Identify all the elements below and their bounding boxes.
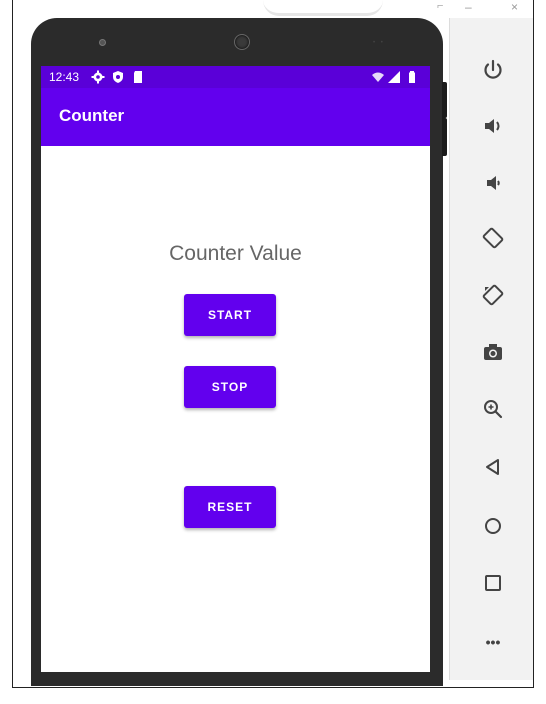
more-label: •••: [485, 634, 501, 650]
emulator-toolbar: •••: [449, 18, 533, 680]
rotate-right-icon[interactable]: [476, 278, 510, 312]
camera-icon[interactable]: [476, 335, 510, 369]
volume-up-icon[interactable]: [476, 109, 510, 143]
earpiece-dots: • •: [373, 40, 385, 46]
app-content: Counter Value START STOP RESET: [41, 146, 430, 672]
app-title: Counter: [59, 106, 125, 125]
phone-bottom-bezel: [41, 672, 430, 686]
home-icon[interactable]: [476, 509, 510, 543]
reset-button[interactable]: RESET: [184, 486, 276, 528]
app-bar: Counter: [41, 88, 430, 146]
more-icon[interactable]: •••: [476, 625, 510, 659]
counter-value-label: Counter Value: [169, 242, 302, 265]
proximity-sensor: [99, 39, 106, 46]
phone-side-button-volume: [442, 118, 447, 156]
emulator-window: ⌐ – × • • 12:43 Counter Counter Value ST…: [12, 0, 534, 688]
status-bar: 12:43: [41, 66, 430, 88]
gear-icon: [91, 70, 105, 84]
signal-icon: [388, 71, 400, 83]
battery-icon: [409, 71, 415, 83]
watermark: [263, 0, 383, 16]
window-edge-glyph: ⌐: [437, 0, 444, 12]
start-button[interactable]: START: [184, 294, 276, 336]
close-button[interactable]: ×: [511, 0, 518, 14]
front-camera: [234, 34, 250, 50]
sd-card-icon: [134, 71, 142, 83]
volume-down-icon[interactable]: [476, 166, 510, 200]
minimize-button[interactable]: –: [465, 0, 472, 14]
status-time: 12:43: [49, 70, 80, 84]
window-controls: ⌐ – ×: [437, 0, 533, 20]
phone-top-bezel: • •: [31, 18, 443, 66]
zoom-icon[interactable]: [476, 392, 510, 426]
overview-icon[interactable]: [476, 566, 510, 600]
phone-side-button-power: [442, 82, 447, 118]
wifi-icon: [372, 72, 384, 82]
rotate-left-icon[interactable]: [476, 221, 510, 255]
power-icon[interactable]: [476, 53, 510, 87]
phone-screen: 12:43 Counter Counter Value START STOP R…: [41, 66, 430, 672]
stop-button[interactable]: STOP: [184, 366, 276, 408]
back-icon[interactable]: [476, 450, 510, 484]
shield-icon: [113, 71, 123, 83]
